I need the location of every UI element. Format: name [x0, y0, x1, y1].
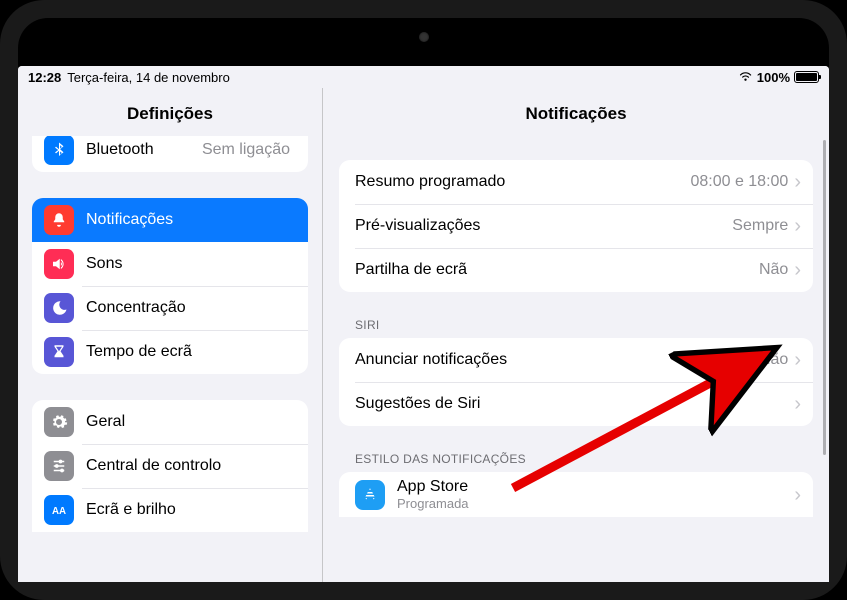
row-label: Ecrã e brilho [86, 501, 296, 519]
detail-group-main: Resumo programado 08:00 e 18:00 › Pré-vi… [339, 160, 813, 292]
row-label: Concentração [86, 299, 296, 317]
row-label: Tempo de ecrã [86, 343, 296, 361]
row-resumo-programado[interactable]: Resumo programado 08:00 e 18:00 › [339, 160, 813, 204]
section-header-estilo: ESTILO DAS NOTIFICAÇÕES [339, 446, 813, 472]
settings-sidebar: Definições Bluetooth Sem ligação [18, 88, 323, 582]
row-label: Partilha de ecrã [355, 261, 759, 279]
sidebar-item-central-controlo[interactable]: Central de controlo [32, 444, 308, 488]
chevron-right-icon: › [794, 172, 801, 192]
row-app-store[interactable]: App Store Programada › [339, 472, 813, 517]
detail-group-siri: Anunciar notificações Não › Sugestões de… [339, 338, 813, 426]
chevron-right-icon: › [794, 394, 801, 414]
device-frame: 12:28 Terça-feira, 14 de novembro 100% D… [0, 0, 847, 600]
front-camera [419, 32, 429, 42]
sidebar-item-sons[interactable]: Sons [32, 242, 308, 286]
svg-text:AA: AA [52, 506, 66, 517]
chevron-right-icon: › [794, 350, 801, 370]
sidebar-group-general: Geral Central de controlo AA [32, 400, 308, 532]
chevron-right-icon: › [794, 216, 801, 236]
sidebar-item-geral[interactable]: Geral [32, 400, 308, 444]
speaker-icon [44, 249, 74, 279]
row-sugestoes-siri[interactable]: Sugestões de Siri › [339, 382, 813, 426]
moon-icon [44, 293, 74, 323]
sidebar-title: Definições [18, 88, 322, 136]
row-value: Sempre [732, 217, 788, 235]
row-label: Geral [86, 413, 296, 431]
row-value: Não [759, 261, 788, 279]
bluetooth-icon [44, 136, 74, 165]
sliders-icon [44, 451, 74, 481]
scrollbar-thumb[interactable] [823, 140, 826, 455]
hourglass-icon [44, 337, 74, 367]
chevron-right-icon: › [794, 260, 801, 280]
device-bezel: 12:28 Terça-feira, 14 de novembro 100% D… [18, 18, 829, 582]
row-value: Não [759, 351, 788, 369]
scrollbar[interactable] [823, 140, 826, 578]
row-label: Resumo programado [355, 173, 690, 191]
status-time: 12:28 [28, 70, 61, 85]
row-label: Anunciar notificações [355, 351, 759, 369]
row-label: Sons [86, 255, 296, 273]
sidebar-group-alerts: Notificações Sons [32, 198, 308, 374]
aa-icon: AA [44, 495, 74, 525]
gear-icon [44, 407, 74, 437]
row-value: Sem ligação [202, 141, 290, 159]
status-date: Terça-feira, 14 de novembro [67, 70, 230, 85]
battery-icon [794, 71, 819, 83]
row-anunciar-notificacoes[interactable]: Anunciar notificações Não › [339, 338, 813, 382]
screen: 12:28 Terça-feira, 14 de novembro 100% D… [18, 66, 829, 582]
appstore-icon [355, 480, 385, 510]
detail-pane: Notificações Resumo programado 08:00 e 1… [323, 88, 829, 582]
bell-icon [44, 205, 74, 235]
sidebar-item-tempo-ecra[interactable]: Tempo de ecrã [32, 330, 308, 374]
sidebar-item-bluetooth[interactable]: Bluetooth Sem ligação [32, 136, 308, 172]
row-value: 08:00 e 18:00 [690, 173, 788, 191]
sidebar-item-ecra-brilho[interactable]: AA Ecrã e brilho [32, 488, 308, 532]
row-label: Pré-visualizações [355, 217, 732, 235]
row-label: Central de controlo [86, 457, 296, 475]
app-label: App Store [397, 478, 794, 496]
app-sublabel: Programada [397, 496, 794, 511]
sidebar-item-notificacoes[interactable]: Notificações [32, 198, 308, 242]
row-pre-visualizacoes[interactable]: Pré-visualizações Sempre › [339, 204, 813, 248]
sidebar-item-concentracao[interactable]: Concentração [32, 286, 308, 330]
section-header-siri: SIRI [339, 312, 813, 338]
wifi-icon [738, 70, 753, 85]
row-label: Bluetooth [86, 141, 202, 159]
row-partilha-ecra[interactable]: Partilha de ecrã Não › [339, 248, 813, 292]
detail-group-apps: App Store Programada › [339, 472, 813, 517]
row-label: Notificações [86, 211, 296, 229]
battery-percent: 100% [757, 70, 790, 85]
row-label: Sugestões de Siri [355, 395, 794, 413]
chevron-right-icon: › [794, 485, 801, 505]
sidebar-group-connectivity: Bluetooth Sem ligação [32, 136, 308, 172]
status-bar: 12:28 Terça-feira, 14 de novembro 100% [18, 66, 829, 88]
detail-title: Notificações [323, 88, 829, 136]
